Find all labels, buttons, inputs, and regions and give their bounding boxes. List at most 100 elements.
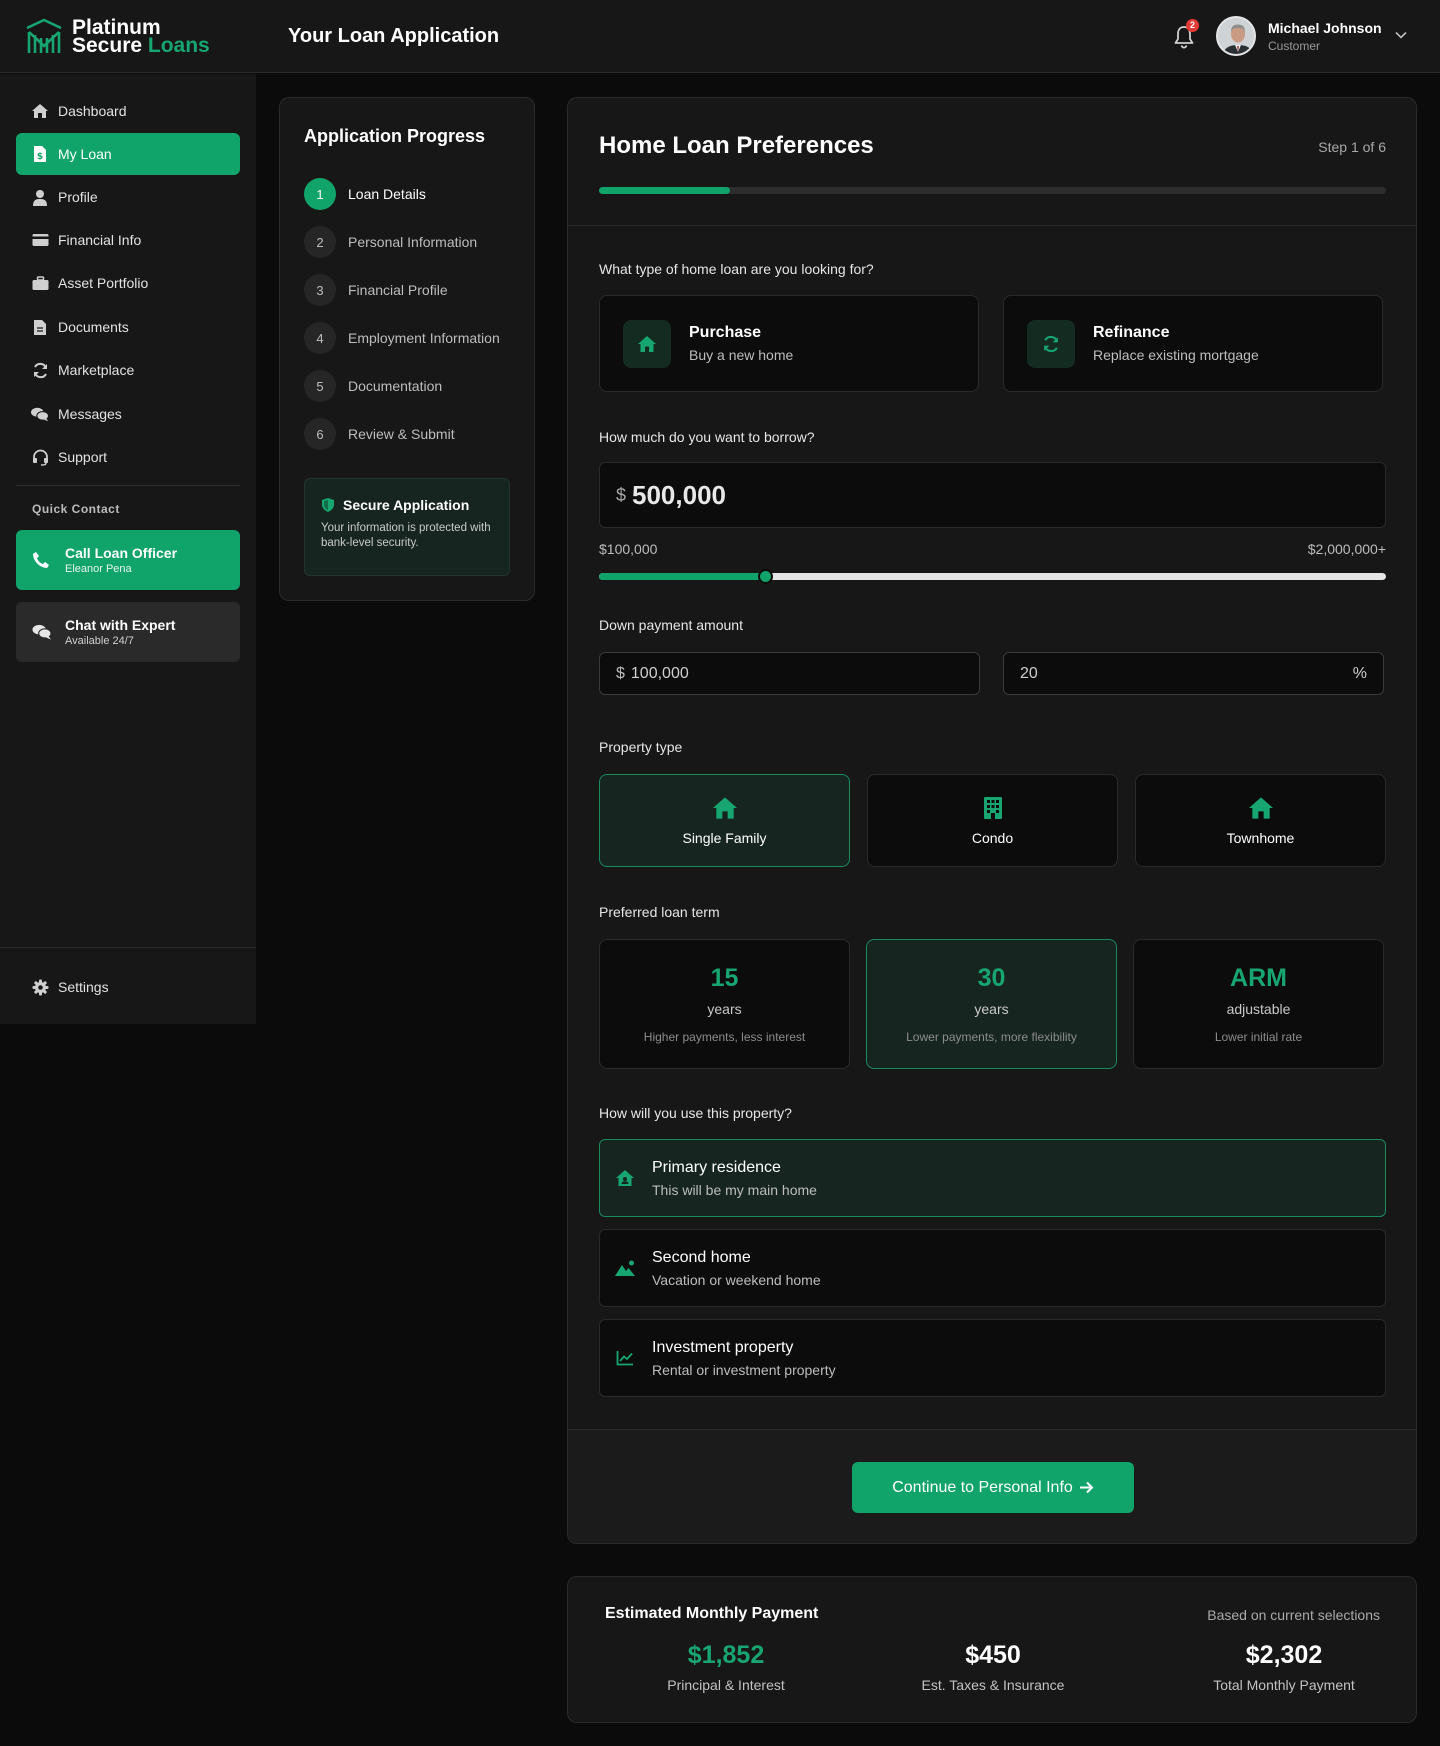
avatar[interactable] xyxy=(1216,16,1256,56)
sidebar-item-label: Asset Portfolio xyxy=(58,275,149,291)
property-type-condo[interactable]: Condo xyxy=(867,774,1118,867)
estimate-taxes-insurance: $450 Est. Taxes & Insurance xyxy=(873,1641,1113,1693)
loan-type-title: Refinance xyxy=(1093,324,1170,341)
term-value: 30 xyxy=(977,964,1006,992)
term-description: Higher payments, less interest xyxy=(643,1030,806,1044)
sidebar-item-financial-info[interactable]: Financial Info xyxy=(16,219,240,261)
mountain-sun-icon xyxy=(614,1259,636,1277)
progress-step-3[interactable]: 3 Financial Profile xyxy=(304,274,448,306)
term-value: 15 xyxy=(710,964,739,992)
step-number: 6 xyxy=(304,418,336,450)
sidebar-item-settings[interactable]: Settings xyxy=(16,966,240,1008)
estimate-label: Total Monthly Payment xyxy=(1213,1677,1355,1693)
loan-term-30[interactable]: 30 years Lower payments, more flexibilit… xyxy=(866,939,1117,1069)
sidebar-divider xyxy=(16,485,240,486)
borrow-question: How much do you want to borrow? xyxy=(599,429,815,445)
property-type-townhome[interactable]: Townhome xyxy=(1135,774,1386,867)
estimate-value: $1,852 xyxy=(687,1641,765,1669)
loan-term-label: Preferred loan term xyxy=(599,904,720,920)
step-number: 3 xyxy=(304,274,336,306)
sidebar-bottom-divider xyxy=(0,947,256,948)
brand-name: Platinum Secure Loans xyxy=(72,17,210,57)
home-icon xyxy=(31,102,49,120)
estimate-total-payment: $2,302 Total Monthly Payment xyxy=(1164,1641,1404,1693)
call-title: Call Loan Officer xyxy=(65,545,178,561)
sidebar-item-marketplace[interactable]: Marketplace xyxy=(16,349,240,391)
currency-symbol: $ xyxy=(616,484,627,505)
secure-application-box: Secure Application Your information is p… xyxy=(304,478,510,576)
progress-step-4[interactable]: 4 Employment Information xyxy=(304,322,500,354)
property-use-question: How will you use this property? xyxy=(599,1105,792,1121)
file-dollar-icon: $ xyxy=(31,145,49,163)
home-icon xyxy=(712,796,737,819)
sidebar-item-profile[interactable]: Profile xyxy=(16,176,240,218)
user-role: Customer xyxy=(1268,39,1321,53)
borrow-amount-input[interactable]: $ 500,000 xyxy=(599,462,1386,528)
arrow-right-icon xyxy=(1079,1481,1094,1494)
use-investment-property[interactable]: Investment property Rental or investment… xyxy=(599,1319,1386,1397)
sidebar-item-my-loan[interactable]: $ My Loan xyxy=(16,133,240,175)
chart-line-icon xyxy=(614,1350,636,1366)
use-primary-residence[interactable]: Primary residence This will be my main h… xyxy=(599,1139,1386,1217)
step-number: 4 xyxy=(304,322,336,354)
loan-term-arm[interactable]: ARM adjustable Lower initial rate xyxy=(1133,939,1384,1069)
loan-type-title: Purchase xyxy=(689,324,762,341)
home-icon xyxy=(623,319,671,368)
briefcase-icon xyxy=(31,274,49,292)
progress-step-2[interactable]: 2 Personal Information xyxy=(304,226,477,258)
sidebar-item-documents[interactable]: Documents xyxy=(16,306,240,348)
progress-title: Application Progress xyxy=(304,126,486,146)
use-second-home[interactable]: Second home Vacation or weekend home xyxy=(599,1229,1386,1307)
secure-title: Secure Application xyxy=(343,497,470,513)
progress-step-1[interactable]: 1 Loan Details xyxy=(304,178,426,210)
chat-with-expert-button[interactable]: Chat with Expert Available 24/7 xyxy=(16,602,240,662)
sidebar-item-dashboard[interactable]: Dashboard xyxy=(16,90,240,132)
loan-type-question: What type of home loan are you looking f… xyxy=(599,261,874,277)
phone-icon xyxy=(32,551,52,569)
user-name[interactable]: Michael Johnson xyxy=(1268,20,1382,36)
term-description: Lower initial rate xyxy=(1214,1030,1303,1044)
sidebar-item-messages[interactable]: Messages xyxy=(16,393,240,435)
property-type-single-family[interactable]: Single Family xyxy=(599,774,850,867)
term-unit: years xyxy=(974,1001,1009,1017)
credit-card-icon xyxy=(31,231,49,249)
form-progress-bar xyxy=(599,187,1386,194)
call-loan-officer-button[interactable]: Call Loan Officer Eleanor Pena xyxy=(16,530,240,590)
sidebar-item-asset-portfolio[interactable]: Asset Portfolio xyxy=(16,262,240,304)
chevron-down-icon[interactable] xyxy=(1394,30,1408,40)
range-max-label: $2,000,000+ xyxy=(1307,541,1386,557)
chat-title: Chat with Expert xyxy=(65,617,176,633)
estimate-label: Est. Taxes & Insurance xyxy=(921,1677,1065,1693)
slider-handle[interactable] xyxy=(757,569,773,584)
step-label: Personal Information xyxy=(348,234,478,250)
sidebar-item-support[interactable]: Support xyxy=(16,436,240,478)
sidebar-item-label: Messages xyxy=(58,406,122,422)
term-description: Lower payments, more flexibility xyxy=(906,1030,1077,1044)
loan-type-refinance[interactable]: Refinance Replace existing mortgage xyxy=(1003,295,1383,392)
estimate-value: $450 xyxy=(965,1641,1021,1669)
page-title: Your Loan Application xyxy=(288,25,500,47)
borrow-amount-slider[interactable] xyxy=(599,569,1386,584)
loan-term-15[interactable]: 15 years Higher payments, less interest xyxy=(599,939,850,1069)
down-payment-amount-input[interactable]: $ 100,000 xyxy=(599,652,980,695)
brand-line-2a: Secure xyxy=(72,34,143,57)
slider-fill xyxy=(599,573,765,580)
currency-symbol: $ xyxy=(616,664,625,682)
progress-step-6[interactable]: 6 Review & Submit xyxy=(304,418,455,450)
down-payment-label: Down payment amount xyxy=(599,617,743,633)
call-sub: Eleanor Pena xyxy=(65,563,132,575)
term-unit: adjustable xyxy=(1226,1001,1291,1017)
continue-button[interactable]: Continue to Personal Info xyxy=(852,1462,1134,1513)
down-payment-percent-input[interactable]: 20 % xyxy=(1003,652,1384,695)
brand-logo[interactable]: Platinum Secure Loans xyxy=(24,17,210,57)
headset-icon xyxy=(31,448,49,466)
step-number: 1 xyxy=(304,178,336,210)
loan-type-purchase[interactable]: Purchase Buy a new home xyxy=(599,295,979,392)
shield-icon xyxy=(321,497,335,513)
term-unit: years xyxy=(707,1001,742,1017)
progress-step-5[interactable]: 5 Documentation xyxy=(304,370,442,402)
term-value: ARM xyxy=(1230,964,1287,992)
sync-icon xyxy=(1027,319,1075,368)
step-counter: Step 1 of 6 xyxy=(1318,139,1386,155)
property-type-label: Property type xyxy=(599,739,683,755)
